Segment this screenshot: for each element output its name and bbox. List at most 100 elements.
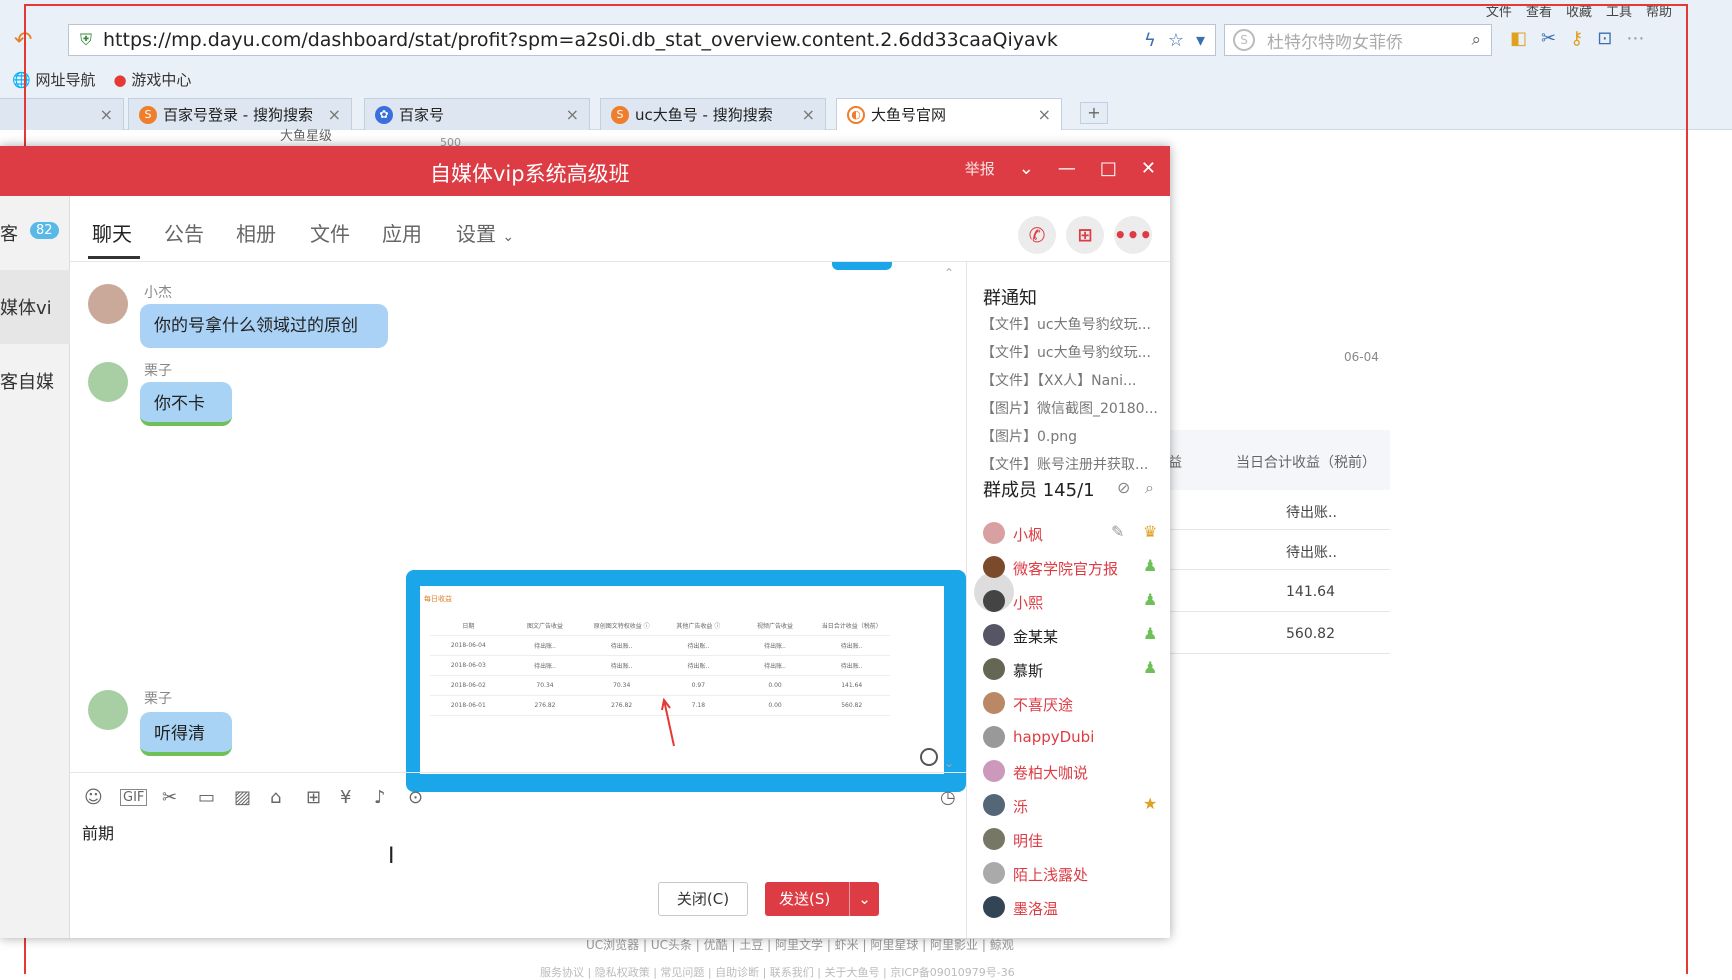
conversation-item-active[interactable]: 媒体vi [0,270,70,344]
chevron-down-icon[interactable]: ▾ [1196,30,1205,51]
member-item[interactable]: happyDubi [983,724,1163,754]
scissors-icon[interactable]: ✂ [1541,28,1556,49]
scroll-down-icon[interactable]: ⌄ [944,756,954,770]
member-item[interactable]: 小枫 ✎ ♛ [983,520,1163,550]
search-box[interactable]: S 杜特尔特吻女菲侨 ⌕ [1224,24,1492,56]
message-input[interactable]: 前期 [82,820,114,844]
notice-item[interactable]: 【图片】0.png [981,426,1161,446]
tab-apps[interactable]: 应用 [382,218,422,247]
notice-item[interactable]: 【文件】账号注册并获取... [981,454,1161,474]
star-icon[interactable]: ☆ [1168,30,1184,51]
message-bubble[interactable]: 你不卡 [140,382,232,426]
tab-baijiahao[interactable]: ✿ 百家号 × [364,98,590,130]
send-button[interactable]: 发送(S) ⌄ [765,882,879,916]
message-bubble[interactable]: 听得清 [140,712,232,756]
screenshot-icon[interactable]: ✂ [162,787,177,808]
emoji-icon[interactable]: ☺ [84,787,103,808]
conversation-item[interactable]: 客 82 [0,196,70,270]
close-icon[interactable]: × [802,105,815,124]
member-item[interactable]: 卷柏大咖说 [983,758,1163,788]
gift-icon[interactable]: ⊞ [306,787,321,808]
avatar[interactable] [88,284,128,324]
tab-partial[interactable]: × [0,98,124,130]
member-item[interactable]: 泺 ★ [983,792,1163,822]
search-icon[interactable]: ⌕ [1471,30,1481,50]
report-link[interactable]: 举报 [965,158,995,179]
close-icon[interactable]: × [328,105,341,124]
image-icon[interactable]: ▨ [234,787,251,808]
conversation-item[interactable]: 客自媒 [0,344,70,418]
history-icon[interactable]: ◷ [940,787,956,808]
close-icon[interactable]: ✕ [1141,158,1156,179]
tab-dayu-official[interactable]: ◐ 大鱼号官网 × [836,98,1062,130]
more-icon[interactable]: ⊙ [408,787,423,808]
edit-icon[interactable]: ✎ [1111,522,1124,541]
tab-announcement[interactable]: 公告 [164,218,204,247]
bg-footer-sub: 服务协议 | 隐私权政策 | 常见问题 | 自助诊断 | 联系我们 | 关于大鱼… [540,966,1015,979]
maximize-icon[interactable]: □ [1100,158,1117,179]
address-bar[interactable]: ⛨ https://mp.dayu.com/dashboard/stat/pro… [68,24,1216,56]
member-item[interactable]: 微客学院官方报 ♟ [983,554,1163,584]
member-item[interactable]: 墨洛温 [983,894,1163,924]
minimize-icon[interactable]: — [1058,158,1076,179]
tab-settings[interactable]: 设置 ⌄ [456,218,514,247]
tab-chat[interactable]: 聊天 [92,218,132,247]
bookmark-games[interactable]: ● 游戏中心 [113,69,191,90]
member-item[interactable]: 慕斯 ♟ [983,656,1163,686]
notice-item[interactable]: 【图片】微信截图_20180... [981,398,1161,418]
folder-icon[interactable]: ▭ [198,787,215,808]
capture-guide-right [1686,4,1688,974]
close-icon[interactable]: × [100,105,113,124]
avatar[interactable] [88,690,128,730]
zoom-icon[interactable]: ⊡ [1597,28,1612,49]
td: 2018-06-01 [450,702,486,709]
gif-icon[interactable]: GIF [120,789,148,806]
search-placeholder[interactable]: 杜特尔特吻女菲侨 [1267,28,1471,53]
member-manage-icon[interactable]: ⊘ [1117,478,1130,497]
scroll-up-icon[interactable]: ⌃ [944,266,954,280]
notice-item[interactable]: 【文件】uc大鱼号豹纹玩... [981,314,1161,334]
tab-uc-dayu-search[interactable]: S uc大鱼号 - 搜狗搜索 × [600,98,826,130]
chevron-down-icon[interactable]: ⌄ [849,882,879,916]
tab-album[interactable]: 相册 [236,218,276,247]
member-name: 卷柏大咖说 [1013,764,1089,782]
member-item[interactable]: 明佳 [983,826,1163,856]
red-packet-icon[interactable]: ¥ [340,787,351,808]
td: 待出账.. [687,663,710,670]
notice-item[interactable]: 【文件】uc大鱼号豹纹玩... [981,342,1161,362]
bell-icon[interactable]: ♪ [374,787,386,808]
url-text[interactable]: https://mp.dayu.com/dashboard/stat/profi… [103,29,1144,51]
tab-files[interactable]: 文件 [310,218,350,247]
more-button[interactable]: ••• [1114,216,1152,254]
member-item[interactable]: 不喜厌途 [983,690,1163,720]
member-item[interactable]: 小熙 ♟ [983,588,1163,618]
bookmark-icon[interactable]: ◧ [1510,28,1527,49]
avatar[interactable] [88,362,128,402]
td: 70.34 [536,682,554,689]
call-button[interactable]: ✆ [1018,216,1056,254]
chevron-down-icon[interactable]: ⌄ [1019,158,1034,179]
close-icon[interactable]: × [1038,105,1051,124]
image-message[interactable]: 每日收益 日期 图文广告收益 原创图文特权收益 ⓘ 其他广告收益 ⓘ 视频广告收… [406,570,966,792]
message-list[interactable]: ⌃ 小杰 你的号拿什么领域过的原创 栗子 你不卡 每日收益 日期 图文广告收益 … [70,262,1014,792]
close-icon[interactable]: × [566,105,579,124]
notice-item[interactable]: 【文件】【XX人】Nani... [981,370,1161,390]
sender-name: 栗子 [144,691,172,707]
search-icon[interactable]: ⌕ [1145,478,1154,498]
new-tab-button[interactable]: + [1080,102,1108,124]
lightning-icon[interactable]: ϟ [1144,30,1156,51]
close-button[interactable]: 关闭(C) [658,882,748,916]
capture-guide-top [24,4,1688,6]
more-icon[interactable]: ⋯ [1626,28,1644,49]
zoom-in-icon[interactable] [920,748,938,766]
member-item[interactable]: 陌上浅露处 [983,860,1163,890]
add-chat-button[interactable]: ⊞ [1066,216,1104,254]
member-item[interactable]: 金某某 ♟ [983,622,1163,652]
chat-titlebar[interactable]: 自媒体vip系统高级班 举报 ⌄ — □ ✕ [0,146,1170,196]
message-bubble[interactable]: 你的号拿什么领域过的原创 [140,304,388,348]
game-icon: ● [113,70,127,89]
td: 0.97 [691,682,706,689]
shop-icon[interactable]: ⌂ [270,787,281,808]
tab-label: 百家号登录 - 搜狗搜索 [163,106,313,124]
key-icon[interactable]: ⚷ [1570,28,1583,49]
